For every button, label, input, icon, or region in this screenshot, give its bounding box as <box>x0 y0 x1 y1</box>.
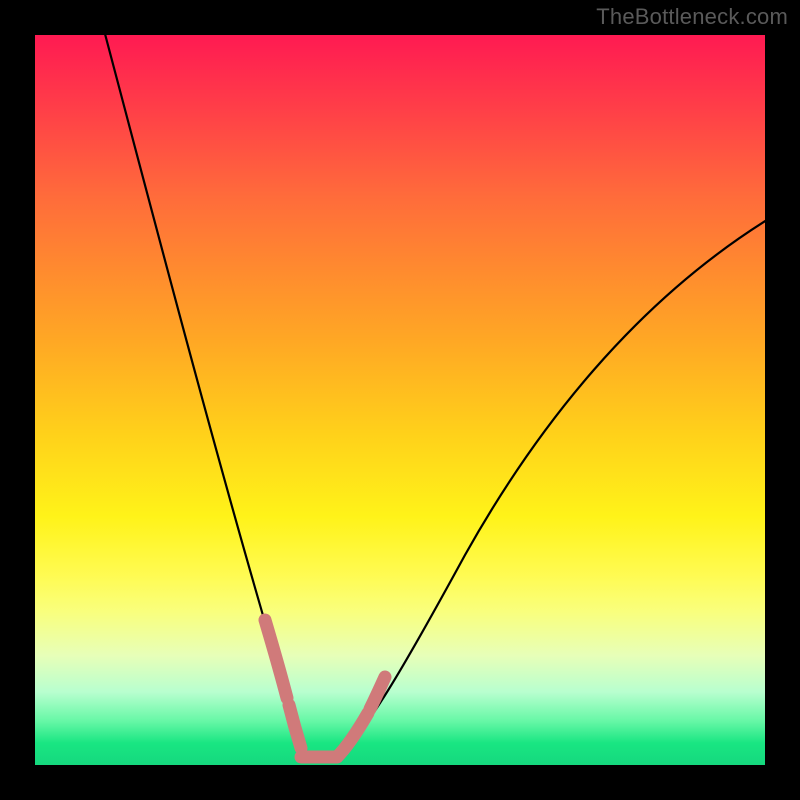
watermark-text: TheBottleneck.com <box>596 4 788 30</box>
highlight-left-2 <box>289 705 301 748</box>
plot-area <box>35 35 765 765</box>
highlight-left-1 <box>265 620 287 698</box>
curve-right-branch <box>335 215 775 759</box>
highlight-right-2 <box>370 677 385 709</box>
chart-frame: TheBottleneck.com <box>0 0 800 800</box>
curve-svg <box>35 35 765 765</box>
highlight-right-1 <box>337 713 368 757</box>
